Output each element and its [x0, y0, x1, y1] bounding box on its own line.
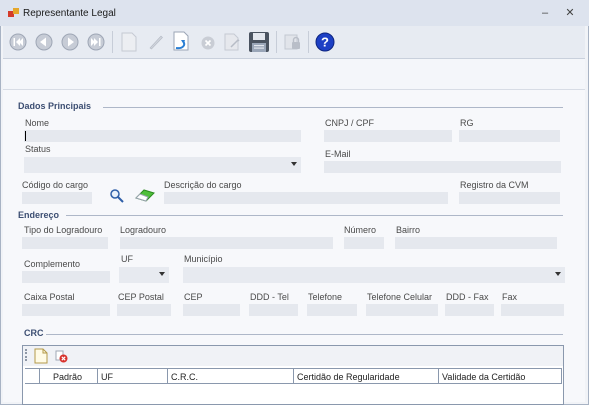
add-row-icon[interactable]	[34, 348, 48, 364]
logradouro-label: Logradouro	[120, 225, 167, 235]
cep-label: CEP	[184, 292, 203, 302]
column-header-uf[interactable]: UF	[98, 368, 168, 384]
descricao-cargo-label: Descrição do cargo	[164, 180, 242, 190]
section-divider	[46, 334, 563, 335]
status-select[interactable]	[24, 157, 301, 173]
nome-field[interactable]	[24, 130, 301, 142]
column-header-label: C.R.C.	[171, 372, 198, 382]
save-icon[interactable]	[248, 30, 270, 54]
uf-label: UF	[121, 254, 133, 264]
lock-icon[interactable]	[282, 30, 304, 54]
tipo-logradouro-label: Tipo do Logradouro	[24, 225, 103, 235]
new-document-icon[interactable]	[118, 30, 140, 54]
delete-document-icon[interactable]	[221, 30, 243, 54]
section-dados-principais: Dados Principais	[18, 101, 92, 111]
cnpj-cpf-label: CNPJ / CPF	[325, 118, 375, 128]
svg-text:?: ?	[321, 35, 329, 50]
previous-record-icon[interactable]	[33, 30, 55, 54]
help-icon[interactable]: ?	[314, 30, 336, 54]
caixa-postal-label: Caixa Postal	[24, 292, 75, 302]
municipio-label: Município	[184, 254, 223, 264]
numero-field[interactable]	[344, 237, 384, 249]
grip-handle[interactable]	[25, 349, 29, 361]
row-header-column	[25, 368, 40, 384]
email-label: E-Mail	[325, 149, 351, 159]
section-crc: CRC	[24, 328, 44, 338]
edit-pencil-icon[interactable]	[145, 30, 167, 54]
next-record-icon[interactable]	[59, 30, 81, 54]
cep-postal-label: CEP Postal	[118, 292, 164, 302]
complemento-field[interactable]	[22, 271, 110, 283]
numero-label: Número	[344, 225, 377, 235]
column-header-crc[interactable]: C.R.C.	[168, 368, 294, 384]
status-label: Status	[25, 144, 51, 154]
first-record-icon[interactable]	[7, 30, 29, 54]
chevron-down-icon	[159, 272, 165, 276]
ddd-tel-field[interactable]	[249, 304, 298, 316]
tipo-logradouro-field[interactable]	[22, 237, 108, 249]
registro-cvm-label: Registro da CVM	[460, 180, 529, 190]
ddd-tel-label: DDD - Tel	[250, 292, 289, 302]
registro-cvm-field[interactable]	[459, 192, 560, 204]
rg-field[interactable]	[459, 130, 560, 142]
email-field[interactable]	[324, 161, 561, 173]
column-header-certidao-regularidade[interactable]: Certidão de Regularidade	[294, 368, 439, 384]
ddd-fax-label: DDD - Fax	[446, 292, 489, 302]
bairro-label: Bairro	[396, 225, 421, 235]
delete-row-icon[interactable]	[55, 350, 68, 363]
toolbar-separator	[276, 31, 277, 53]
cep-field[interactable]	[183, 304, 240, 316]
text-caret	[25, 131, 26, 141]
column-header-label: Certidão de Regularidade	[297, 372, 400, 382]
grid-toolbar	[23, 346, 563, 366]
uf-select[interactable]	[119, 267, 169, 283]
telefone-celular-label: Telefone Celular	[367, 292, 433, 302]
fax-label: Fax	[502, 292, 518, 302]
caixa-postal-field[interactable]	[22, 304, 110, 316]
minimize-button[interactable]: –	[537, 5, 553, 21]
column-header-label: Padrão	[53, 372, 83, 382]
section-divider	[66, 215, 563, 216]
telefone-field[interactable]	[307, 304, 357, 316]
municipio-select[interactable]	[183, 267, 565, 283]
fax-field[interactable]	[501, 304, 564, 316]
bairro-field[interactable]	[395, 237, 557, 249]
undo-document-icon[interactable]	[170, 30, 192, 54]
eraser-icon[interactable]	[134, 188, 156, 202]
ddd-fax-field[interactable]	[445, 304, 494, 316]
chevron-down-icon	[555, 272, 561, 276]
cep-postal-field[interactable]	[117, 304, 171, 316]
column-header-label: Validade da Certidão	[442, 372, 526, 382]
telefone-celular-field[interactable]	[366, 304, 438, 316]
column-header-validade-certidao[interactable]: Validade da Certidão	[439, 368, 562, 384]
telefone-label: Telefone	[308, 292, 343, 302]
cancel-icon[interactable]	[197, 30, 219, 54]
app-icon	[8, 8, 19, 17]
codigo-cargo-field[interactable]	[22, 192, 92, 204]
codigo-cargo-label: Código do cargo	[22, 180, 89, 190]
section-endereco: Endereço	[18, 210, 60, 220]
chevron-down-icon	[291, 162, 297, 166]
toolbar-separator	[308, 31, 309, 53]
logradouro-field[interactable]	[120, 237, 333, 249]
descricao-cargo-field[interactable]	[164, 192, 448, 204]
window-title: Representante Legal	[23, 8, 116, 19]
rg-label: RG	[460, 118, 474, 128]
complemento-label: Complemento	[24, 259, 81, 269]
column-header-label: UF	[101, 372, 113, 382]
toolbar-separator	[112, 31, 113, 53]
section-divider	[103, 107, 563, 108]
close-button[interactable]: ✕	[562, 5, 578, 21]
last-record-icon[interactable]	[85, 30, 107, 54]
nome-label: Nome	[25, 118, 50, 128]
cnpj-cpf-field[interactable]	[324, 130, 452, 142]
search-icon[interactable]	[109, 188, 125, 204]
header-band	[3, 59, 585, 90]
column-header-padrao[interactable]: Padrão	[40, 368, 98, 384]
